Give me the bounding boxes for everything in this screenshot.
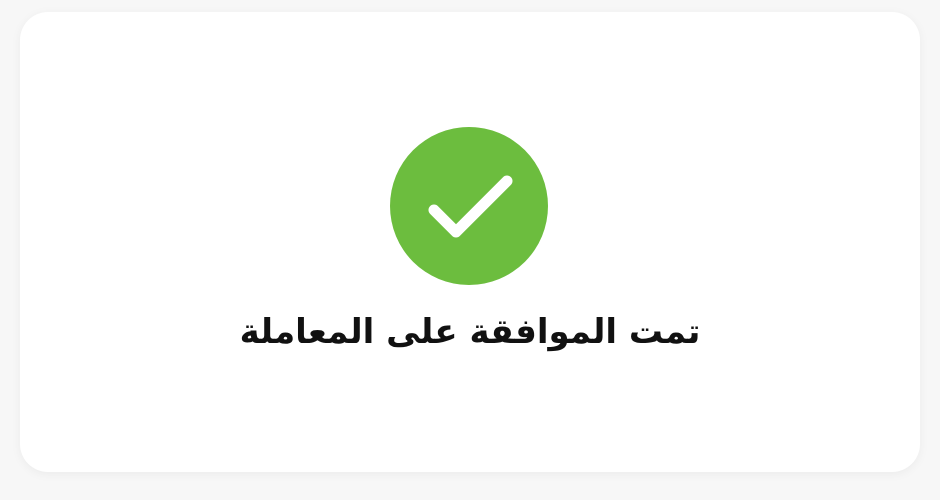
success-message: تمت الموافقة على المعاملة <box>239 312 701 352</box>
success-card: تمت الموافقة على المعاملة <box>20 12 920 472</box>
check-circle-icon <box>390 127 548 285</box>
